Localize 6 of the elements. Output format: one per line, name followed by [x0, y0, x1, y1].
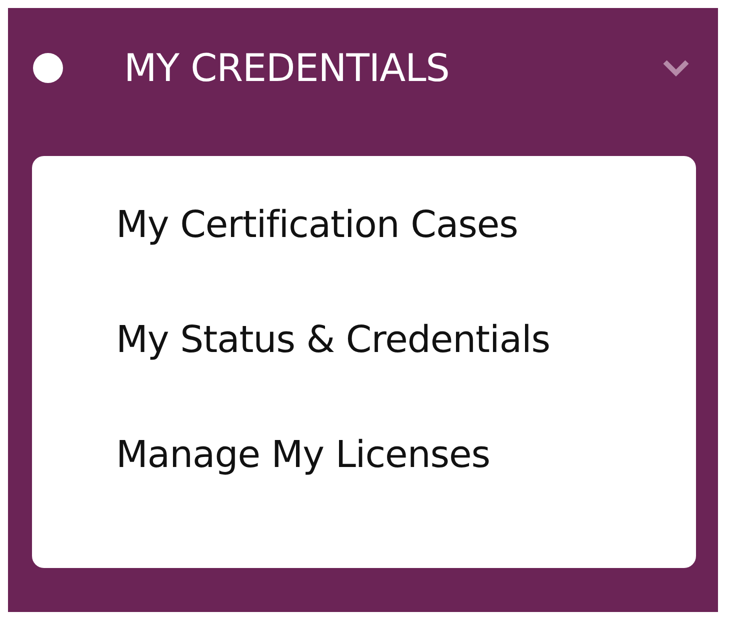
badge-icon	[32, 52, 64, 84]
menu-item[interactable]: My Status & Credentials	[116, 301, 696, 378]
section-title[interactable]: MY CREDENTIALS	[124, 46, 662, 90]
chevron-icon[interactable]	[662, 58, 690, 78]
menu-item[interactable]: Manage My Licenses	[116, 416, 696, 493]
menu-item[interactable]: My Certification Cases	[116, 186, 696, 263]
